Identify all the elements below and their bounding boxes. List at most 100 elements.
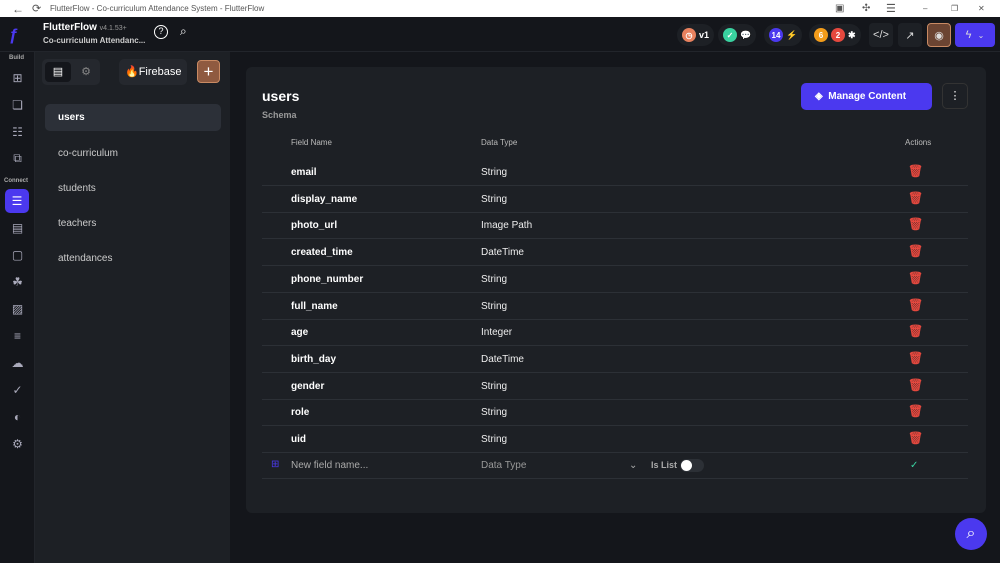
reload-icon[interactable]: ⟳ — [32, 2, 41, 15]
left-rail: Build ⊞ ❏ ☷ ⧉ Connect ☰ ▤ ▢ ☘ ▨ ≡ ☁ ✓ ◐ … — [0, 52, 35, 563]
field-name: birth_day — [291, 353, 337, 365]
field-type: String — [481, 193, 508, 205]
pages-icon[interactable]: ❏ — [8, 95, 27, 114]
new-field-row: ⊞ New field name... Data Type ⌄ Is List … — [262, 452, 968, 479]
field-type: String — [481, 407, 508, 419]
storage-icon[interactable]: ▢ — [8, 245, 27, 264]
delete-icon[interactable]: 🗑 — [908, 378, 923, 392]
browser-title: FlutterFlow - Co-curriculum Attendance S… — [50, 4, 265, 13]
field-row[interactable]: email String 🗑 — [262, 159, 968, 186]
settings-icon[interactable]: ⚙ — [75, 62, 97, 82]
checks-button[interactable]: ✓ 💬 — [718, 24, 757, 46]
collection-item-teachers[interactable]: teachers — [45, 210, 221, 237]
notifications-button[interactable]: 14 ⚡ — [764, 24, 803, 46]
media-icon[interactable]: ▨ — [8, 299, 27, 318]
field-row[interactable]: birth_day DateTime 🗑 — [262, 346, 968, 373]
delete-icon[interactable]: 🗑 — [908, 351, 923, 365]
minimize-icon[interactable]: – — [923, 4, 927, 13]
field-name: gender — [291, 380, 325, 392]
version-button[interactable]: ◷ v1 — [677, 24, 715, 46]
collections-view-icon[interactable]: ▤ — [45, 62, 71, 82]
delete-icon[interactable]: 🗑 — [908, 324, 923, 338]
field-row[interactable]: gender String 🗑 — [262, 373, 968, 400]
more-options-icon[interactable]: ⋮ — [942, 83, 968, 109]
delete-icon[interactable]: 🗑 — [908, 431, 923, 445]
field-type: String — [481, 273, 508, 285]
collection-item-students[interactable]: students — [45, 175, 221, 202]
header-actions: Actions — [905, 138, 932, 147]
collection-item-attendances[interactable]: attendances — [45, 245, 221, 272]
is-list-toggle[interactable] — [680, 459, 704, 472]
maximize-icon[interactable]: ❐ — [951, 4, 958, 13]
field-row[interactable]: age Integer 🗑 — [262, 319, 968, 347]
field-name: photo_url — [291, 220, 338, 232]
delete-icon[interactable]: 🗑 — [908, 298, 923, 312]
issues-button[interactable]: 6 2 ✱ — [809, 24, 861, 46]
settings-icon[interactable]: ⚙ — [8, 434, 27, 453]
delete-icon[interactable]: 🗑 — [908, 271, 923, 285]
help-icon[interactable]: ? — [154, 25, 168, 39]
field-type: String — [481, 380, 508, 392]
manage-content-button[interactable]: ◈ Manage Content — [801, 83, 932, 110]
collection-item-co-curriculum[interactable]: co-curriculum — [45, 140, 221, 167]
menu-icon[interactable]: ☰ — [886, 2, 896, 15]
search-icon[interactable]: ⌕ — [180, 24, 187, 39]
field-type: String — [481, 434, 508, 445]
confirm-check-icon[interactable]: ✓ — [910, 460, 918, 471]
widget-tree-icon[interactable]: ☷ — [8, 122, 27, 141]
new-field-name-input[interactable]: New field name... — [291, 460, 368, 471]
delete-icon[interactable]: 🗑 — [908, 217, 923, 231]
panel-view-toggle: ▤ ⚙ — [42, 59, 100, 85]
version-label: v1 — [699, 30, 710, 40]
check-icon: ✓ — [723, 28, 737, 42]
warnings-count: 6 — [814, 28, 828, 42]
components-icon[interactable]: ⧉ — [8, 149, 27, 168]
field-row[interactable]: phone_number String 🗑 — [262, 266, 968, 293]
chevron-down-icon: ⌄ — [977, 30, 985, 40]
field-type: Image Path — [481, 220, 533, 232]
field-type: DateTime — [481, 247, 524, 259]
theme-icon[interactable]: ◐ — [8, 407, 27, 426]
bug-icon: ✱ — [848, 29, 856, 40]
add-page-icon[interactable]: ⊞ — [8, 68, 27, 87]
search-fab-icon[interactable]: ⌕ — [955, 518, 987, 550]
flutterflow-logo[interactable]: ƒ — [9, 25, 18, 45]
delete-icon[interactable]: 🗑 — [908, 244, 923, 258]
preview-eye-icon[interactable]: ◉ — [927, 23, 951, 47]
field-row[interactable]: created_time DateTime 🗑 — [262, 239, 968, 267]
clipboard-icon[interactable]: ▣ — [835, 3, 844, 14]
extension-icon[interactable]: ✣ — [862, 3, 870, 14]
api-calls-icon[interactable]: ≡ — [8, 326, 27, 345]
layers-icon: ◈ — [815, 91, 823, 102]
delete-icon[interactable]: 🗑 — [908, 164, 923, 178]
flash-list-icon: ⚡ — [786, 29, 798, 40]
field-row[interactable]: role String 🗑 — [262, 399, 968, 427]
delete-icon[interactable]: 🗑 — [908, 404, 923, 418]
chevron-down-icon[interactable]: ⌄ — [629, 460, 637, 471]
back-icon[interactable]: ← — [12, 2, 24, 16]
integrations-icon[interactable]: ☘ — [8, 272, 27, 291]
header-data-type: Data Type — [481, 138, 518, 147]
field-row[interactable]: photo_url Image Path 🗑 — [262, 212, 968, 240]
schema-icon[interactable]: ▤ — [8, 218, 27, 237]
cloud-functions-icon[interactable]: ☁ — [8, 353, 27, 372]
firestore-icon[interactable]: ☰ — [5, 189, 29, 213]
data-type-select[interactable]: Data Type — [481, 460, 526, 471]
firebase-button[interactable]: 🔥Firebase — [119, 59, 187, 85]
code-icon[interactable]: </> — [869, 23, 893, 47]
notifications-count: 14 — [769, 28, 783, 42]
run-button[interactable]: ϟ ⌄ — [955, 23, 995, 47]
lightning-icon: ϟ — [965, 29, 972, 41]
field-row[interactable]: display_name String 🗑 — [262, 186, 968, 213]
add-collection-button[interactable]: + — [197, 60, 220, 83]
errors-count: 2 — [831, 28, 845, 42]
collection-item-users[interactable]: users — [45, 104, 221, 131]
delete-icon[interactable]: 🗑 — [908, 191, 923, 205]
project-name[interactable]: Co-curriculum Attendanc... — [43, 36, 145, 45]
field-row[interactable]: uid String 🗑 — [262, 426, 968, 453]
field-row[interactable]: full_name String 🗑 — [262, 293, 968, 320]
close-icon[interactable]: ✕ — [978, 4, 985, 13]
open-external-icon[interactable]: ↗ — [898, 23, 922, 47]
build-section-label: Build — [9, 55, 24, 61]
ai-agents-icon[interactable]: ✓ — [8, 380, 27, 399]
